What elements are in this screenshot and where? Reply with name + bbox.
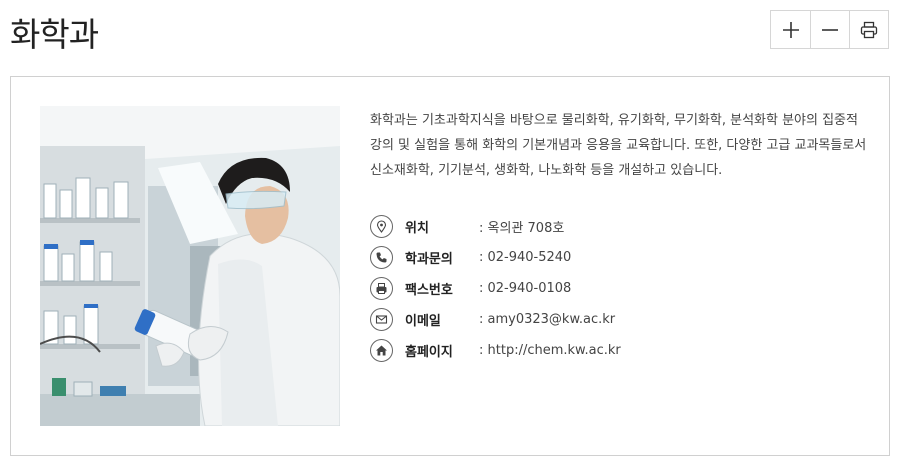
info-row-location: 위치 : 옥의관 708호 [370, 211, 870, 242]
print-button[interactable] [849, 11, 888, 48]
info-value-phone: : 02-940-5240 [479, 250, 572, 265]
plus-icon [782, 21, 799, 38]
zoom-out-button[interactable] [810, 11, 849, 48]
info-row-fax: 팩스번호 : 02-940-0108 [370, 273, 870, 304]
minus-icon [822, 28, 838, 31]
fax-icon [370, 277, 393, 300]
info-label-phone: 학과문의 [405, 252, 453, 267]
phone-icon [370, 246, 393, 269]
contact-info-list: 위치 : 옥의관 708호 학과문의 : 02-940-5240 팩스번호 : … [370, 211, 870, 366]
department-description: 화학과는 기초과학지식을 바탕으로 물리화학, 유기화학, 무기화학, 분석화학… [370, 113, 867, 178]
info-value-fax: : 02-940-0108 [479, 281, 572, 296]
info-value-homepage[interactable]: : http://chem.kw.ac.kr [479, 343, 621, 358]
home-icon [370, 339, 393, 362]
info-label-fax: 팩스번호 [405, 283, 453, 298]
chemistry-lab-illustration [40, 106, 340, 426]
info-label-homepage: 홈페이지 [405, 345, 453, 360]
info-row-phone: 학과문의 : 02-940-5240 [370, 242, 870, 273]
department-card: 화학과는 기초과학지식을 바탕으로 물리화학, 유기화학, 무기화학, 분석화학… [10, 76, 890, 456]
info-label-email: 이메일 [405, 314, 441, 329]
page-title: 화학과 [10, 15, 99, 54]
info-row-homepage: 홈페이지 : http://chem.kw.ac.kr [370, 335, 870, 366]
location-pin-icon [370, 215, 393, 238]
lab-photo [40, 106, 340, 426]
info-row-email: 이메일 : amy0323@kw.ac.kr [370, 304, 870, 335]
zoom-in-button[interactable] [771, 11, 810, 48]
mail-icon [370, 308, 393, 331]
printer-icon [860, 21, 878, 38]
info-value-email[interactable]: : amy0323@kw.ac.kr [479, 312, 615, 327]
info-value-location: : 옥의관 708호 [479, 221, 565, 236]
info-label-location: 위치 [405, 221, 429, 236]
view-toolbar [770, 10, 889, 49]
